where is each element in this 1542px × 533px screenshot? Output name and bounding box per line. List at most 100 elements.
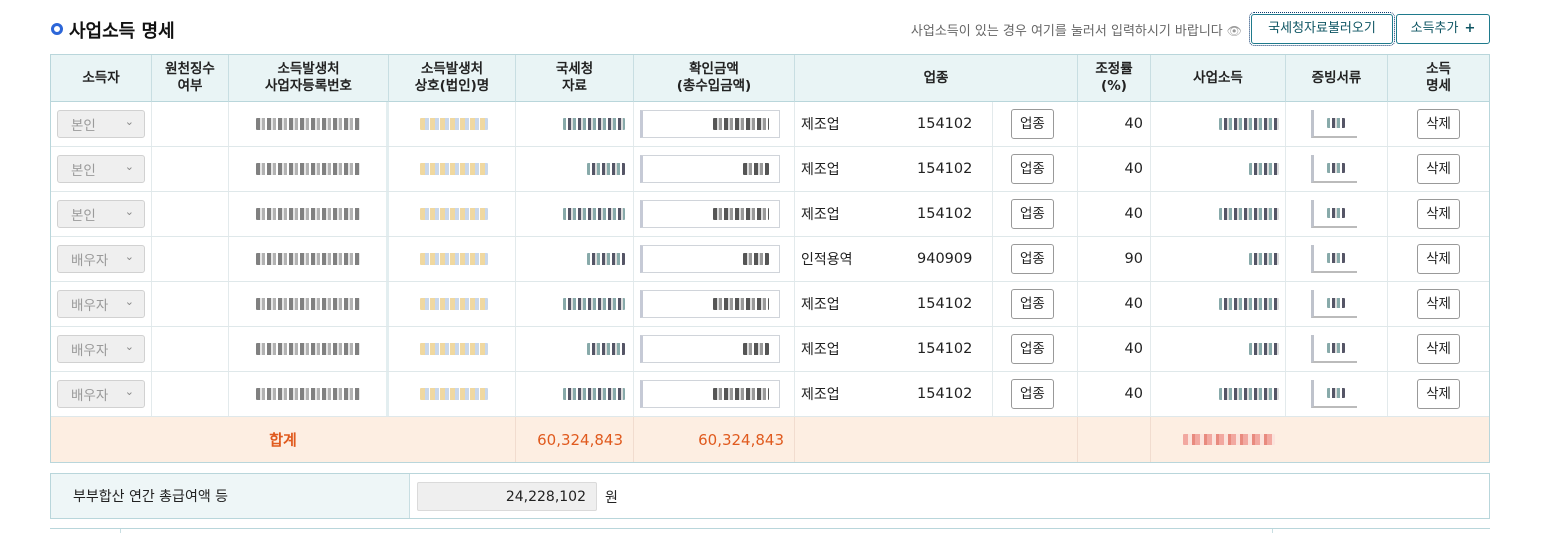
confirmed-amount-cell (634, 102, 795, 146)
document-thumbnail[interactable] (1311, 110, 1357, 138)
document-thumbnail[interactable] (1311, 335, 1357, 363)
earner-cell: 배우자 ⌄ (51, 372, 152, 416)
confirmed-amount-cell (634, 327, 795, 371)
document-thumbnail[interactable] (1311, 380, 1357, 408)
business-income-redacted (1151, 147, 1286, 191)
industry-name: 제조업 (801, 342, 840, 358)
col-header-industry: 업종 (795, 55, 1078, 102)
col-header-nts-data: 국세청 자료 (516, 55, 634, 102)
table-row: 본인 ⌄ 제조업 154102 업종 40 삭제 (51, 147, 1489, 192)
delete-cell: 삭제 (1388, 237, 1489, 281)
earner-select[interactable]: 배우자 ⌄ (57, 380, 145, 408)
table-row: 배우자 ⌄ 제조업 154102 업종 40 삭제 (51, 327, 1489, 372)
total-industry-blank (795, 417, 1078, 462)
business-income-redacted (1151, 102, 1286, 146)
industry-code: 940909 (905, 237, 993, 281)
table-row: 배우자 ⌄ 인적용역 940909 업종 90 삭제 (51, 237, 1489, 282)
hint-text[interactable]: 사업소득이 있는 경우 여기를 눌러서 입력하시기 바랍니다 👁 (911, 20, 1242, 39)
industry-name: 제조업 (801, 162, 840, 178)
document-thumbnail[interactable] (1311, 155, 1357, 183)
delete-row-button[interactable]: 삭제 (1417, 334, 1460, 364)
document-thumbnail[interactable] (1311, 290, 1357, 318)
next-section-edge (50, 528, 1490, 533)
biz-reg-no-redacted (229, 372, 389, 416)
confirmed-amount-input[interactable] (640, 110, 780, 138)
delete-cell: 삭제 (1388, 372, 1489, 416)
biz-reg-no-redacted (229, 237, 389, 281)
confirmed-amount-input[interactable] (640, 155, 780, 183)
earner-cell: 본인 ⌄ (51, 192, 152, 236)
industry-select-button[interactable]: 업종 (1011, 289, 1054, 319)
industry-select-button[interactable]: 업종 (1011, 379, 1054, 409)
confirmed-amount-input[interactable] (640, 245, 780, 273)
industry-button-cell: 업종 (993, 192, 1078, 236)
col-header-earner: 소득자 (51, 55, 152, 102)
confirmed-amount-input[interactable] (640, 290, 780, 318)
delete-row-button[interactable]: 삭제 (1417, 154, 1460, 184)
industry-name: 제조업 (801, 117, 840, 133)
earner-cell: 본인 ⌄ (51, 102, 152, 146)
col-header-rate: 조정률 (%) (1078, 55, 1151, 102)
earner-select[interactable]: 본인 ⌄ (57, 200, 145, 228)
confirmed-amount-input[interactable] (640, 335, 780, 363)
industry-select-button[interactable]: 업종 (1011, 109, 1054, 139)
eye-icon: 👁 (1226, 24, 1242, 38)
withholding-cell (152, 102, 229, 146)
delete-row-button[interactable]: 삭제 (1417, 199, 1460, 229)
document-thumbnail[interactable] (1311, 245, 1357, 273)
withholding-cell (152, 372, 229, 416)
page-title: 사업소득 명세 (69, 21, 175, 42)
nts-data-redacted (516, 192, 634, 236)
total-business-income-redacted (1151, 417, 1386, 462)
industry-code: 154102 (905, 102, 993, 146)
delete-row-button[interactable]: 삭제 (1417, 244, 1460, 274)
chevron-down-icon: ⌄ (124, 295, 134, 308)
business-income-redacted (1151, 327, 1286, 371)
col-header-documents: 증빙서류 (1286, 55, 1388, 102)
business-income-redacted (1151, 192, 1286, 236)
industry-button-cell: 업종 (993, 102, 1078, 146)
earner-cell: 본인 ⌄ (51, 147, 152, 191)
documents-cell (1286, 147, 1388, 191)
earner-select[interactable]: 배우자 ⌄ (57, 245, 145, 273)
add-income-button[interactable]: 소득추가 + (1396, 14, 1490, 44)
industry-button-cell: 업종 (993, 327, 1078, 371)
confirmed-amount-cell (634, 237, 795, 281)
industry-select-button[interactable]: 업종 (1011, 334, 1054, 364)
delete-row-button[interactable]: 삭제 (1417, 289, 1460, 319)
company-name-redacted (389, 147, 516, 191)
rate-cell: 40 (1078, 102, 1151, 146)
document-thumbnail[interactable] (1311, 200, 1357, 228)
biz-reg-no-redacted (229, 327, 389, 371)
table-row: 배우자 ⌄ 제조업 154102 업종 40 삭제 (51, 372, 1489, 417)
earner-select[interactable]: 배우자 ⌄ (57, 290, 145, 318)
chevron-down-icon: ⌄ (124, 160, 134, 173)
spouse-total-input[interactable] (417, 482, 597, 511)
confirmed-amount-input[interactable] (640, 380, 780, 408)
chevron-down-icon: ⌄ (124, 115, 134, 128)
confirmed-amount-input[interactable] (640, 200, 780, 228)
delete-row-button[interactable]: 삭제 (1417, 379, 1460, 409)
company-name-redacted (389, 372, 516, 416)
table-row: 본인 ⌄ 제조업 154102 업종 40 삭제 (51, 192, 1489, 237)
earner-select[interactable]: 본인 ⌄ (57, 110, 145, 138)
total-confirmed-amount: 60,324,843 (634, 417, 795, 462)
confirmed-amount-cell (634, 282, 795, 326)
industry-name: 제조업 (801, 297, 840, 313)
total-rate-blank (1078, 417, 1151, 462)
biz-reg-no-redacted (229, 282, 389, 326)
confirmed-amount-cell (634, 192, 795, 236)
earner-select[interactable]: 배우자 ⌄ (57, 335, 145, 363)
industry-select-button[interactable]: 업종 (1011, 154, 1054, 184)
confirmed-amount-cell (634, 372, 795, 416)
load-nts-data-button[interactable]: 국세청자료불러오기 (1249, 12, 1395, 46)
section-bullet-icon (51, 23, 63, 35)
industry-select-button[interactable]: 업종 (1011, 199, 1054, 229)
delete-row-button[interactable]: 삭제 (1417, 109, 1460, 139)
earner-cell: 배우자 ⌄ (51, 237, 152, 281)
biz-reg-no-redacted (229, 192, 389, 236)
documents-cell (1286, 102, 1388, 146)
company-name-redacted (389, 237, 516, 281)
earner-select[interactable]: 본인 ⌄ (57, 155, 145, 183)
industry-select-button[interactable]: 업종 (1011, 244, 1054, 274)
